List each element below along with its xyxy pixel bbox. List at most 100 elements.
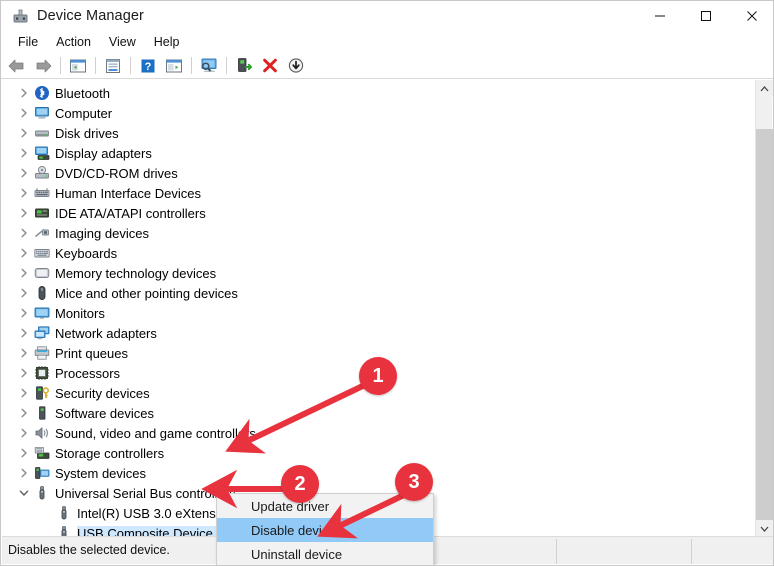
chevron-right-icon[interactable]: [16, 348, 32, 358]
menu-view[interactable]: View: [100, 33, 145, 51]
toolbar-separator: [60, 57, 61, 74]
tree-item[interactable]: Bluetooth: [2, 83, 758, 103]
tree-item[interactable]: Software devices: [2, 403, 758, 423]
chevron-right-icon[interactable]: [16, 208, 32, 218]
imaging-device-icon: [32, 225, 52, 241]
chevron-right-icon[interactable]: [16, 468, 32, 478]
dvd-drive-icon: [32, 165, 52, 181]
properties-icon[interactable]: [101, 54, 125, 78]
printer-icon: [32, 345, 52, 361]
tree-item[interactable]: Human Interface Devices: [2, 183, 758, 203]
chevron-right-icon[interactable]: [16, 428, 32, 438]
tree-item-label: Processors: [55, 365, 121, 381]
scan-for-hardware-changes-icon[interactable]: [197, 54, 221, 78]
chevron-right-icon[interactable]: [16, 408, 32, 418]
bluetooth-icon: [32, 85, 52, 101]
back-icon[interactable]: [5, 54, 29, 78]
keyboard-icon: [32, 245, 52, 261]
tree-item-label: Universal Serial Bus controllers: [55, 485, 236, 501]
forward-icon[interactable]: [31, 54, 55, 78]
tree-item[interactable]: DVD/CD-ROM drives: [2, 163, 758, 183]
close-button[interactable]: [729, 1, 773, 31]
update-driver-icon[interactable]: [232, 54, 256, 78]
chevron-right-icon[interactable]: [16, 448, 32, 458]
chevron-down-icon[interactable]: [16, 488, 32, 498]
tree-item[interactable]: Computer: [2, 103, 758, 123]
tree-item-label: Human Interface Devices: [55, 185, 201, 201]
show-hide-console-tree-icon[interactable]: [66, 54, 90, 78]
show-pane-icon[interactable]: [162, 54, 186, 78]
chevron-right-icon[interactable]: [16, 268, 32, 278]
menu-action[interactable]: Action: [47, 33, 100, 51]
device-tree[interactable]: Bluetooth Computer Disk drives Display adap…: [2, 80, 758, 537]
chevron-right-icon[interactable]: [16, 228, 32, 238]
tree-item-label: Sound, video and game controllers: [55, 425, 256, 441]
chevron-right-icon[interactable]: [16, 248, 32, 258]
tree-item[interactable]: Keyboards: [2, 243, 758, 263]
menu-help[interactable]: Help: [145, 33, 189, 51]
tree-item[interactable]: IDE ATA/ATAPI controllers: [2, 203, 758, 223]
chevron-right-icon[interactable]: [16, 148, 32, 158]
toolbar-separator: [130, 57, 131, 74]
status-divider: [691, 539, 692, 564]
chevron-right-icon[interactable]: [16, 168, 32, 178]
tree-item-label: Bluetooth: [55, 85, 110, 101]
ctx-uninstall-device[interactable]: Uninstall device: [217, 542, 433, 565]
tree-item[interactable]: Display adapters: [2, 143, 758, 163]
monitor-icon: [32, 305, 52, 321]
scrollbar-thumb[interactable]: [756, 129, 773, 531]
scroll-up-icon[interactable]: [756, 80, 773, 97]
toolbar-separator: [95, 57, 96, 74]
tree-item-label: Keyboards: [55, 245, 118, 261]
system-device-icon: [32, 465, 52, 481]
tree-item[interactable]: Memory technology devices: [2, 263, 758, 283]
software-device-icon: [32, 405, 52, 421]
menu-file[interactable]: File: [9, 33, 47, 51]
window-title: Device Manager: [37, 8, 144, 24]
device-manager-window: Device Manager File Action View Help ? B…: [0, 0, 774, 566]
svg-text:?: ?: [145, 61, 152, 73]
help-icon[interactable]: ?: [136, 54, 160, 78]
chevron-right-icon[interactable]: [16, 288, 32, 298]
chevron-right-icon[interactable]: [16, 308, 32, 318]
chevron-right-icon[interactable]: [16, 88, 32, 98]
tree-item[interactable]: Disk drives: [2, 123, 758, 143]
uninstall-device-icon[interactable]: [258, 54, 282, 78]
status-text: Disables the selected device.: [8, 543, 170, 557]
tree-item-label: Mice and other pointing devices: [55, 285, 238, 301]
hid-icon: [32, 185, 52, 201]
tree-item-label: Monitors: [55, 305, 105, 321]
tree-item[interactable]: Mice and other pointing devices: [2, 283, 758, 303]
menu-bar: File Action View Help: [1, 31, 773, 53]
chevron-right-icon[interactable]: [16, 128, 32, 138]
chevron-right-icon[interactable]: [16, 388, 32, 398]
disable-device-icon[interactable]: [284, 54, 308, 78]
tree-item-label: Network adapters: [55, 325, 157, 341]
chevron-right-icon[interactable]: [16, 368, 32, 378]
annotation-badge-1: 1: [359, 357, 397, 395]
tree-item-label: Software devices: [55, 405, 154, 421]
tree-item[interactable]: Sound, video and game controllers: [2, 423, 758, 443]
chevron-right-icon[interactable]: [16, 328, 32, 338]
tree-item[interactable]: Monitors: [2, 303, 758, 323]
scroll-down-icon[interactable]: [756, 520, 773, 537]
chevron-right-icon[interactable]: [16, 188, 32, 198]
processor-icon: [32, 365, 52, 381]
toolbar-separator: [226, 57, 227, 74]
toolbar-separator: [191, 57, 192, 74]
tree-item-label: Disk drives: [55, 125, 119, 141]
context-menu[interactable]: Update driver Disable device Uninstall d…: [216, 493, 434, 565]
ctx-update-driver[interactable]: Update driver: [217, 494, 433, 518]
annotation-badge-3: 3: [395, 463, 433, 501]
tree-item-label: IDE ATA/ATAPI controllers: [55, 205, 206, 221]
tree-item[interactable]: Storage controllers: [2, 443, 758, 463]
tree-item[interactable]: Network adapters: [2, 323, 758, 343]
vertical-scrollbar[interactable]: [755, 80, 773, 537]
chevron-right-icon[interactable]: [16, 108, 32, 118]
tree-item[interactable]: System devices: [2, 463, 758, 483]
maximize-button[interactable]: [683, 1, 729, 31]
usb-icon: [54, 505, 74, 521]
ctx-disable-device[interactable]: Disable device: [217, 518, 433, 542]
minimize-button[interactable]: [637, 1, 683, 31]
tree-item[interactable]: Imaging devices: [2, 223, 758, 243]
